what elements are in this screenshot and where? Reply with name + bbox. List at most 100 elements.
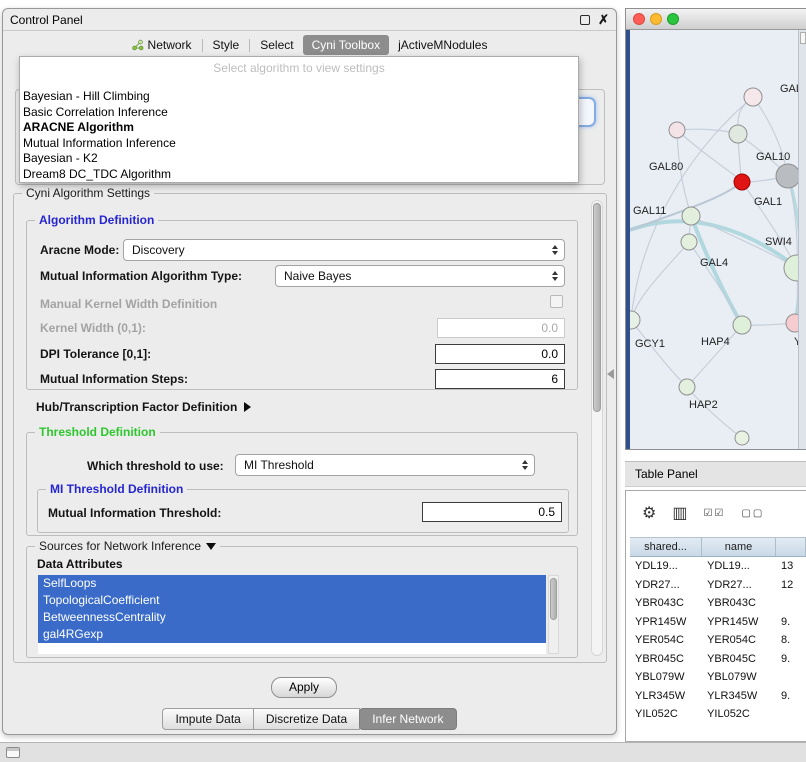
restore-panel-icon[interactable] <box>6 747 20 758</box>
network-node[interactable] <box>735 431 749 445</box>
column-header-shared-name[interactable]: shared... <box>630 538 702 556</box>
tab-cyni-toolbox[interactable]: Cyni Toolbox <box>303 35 389 55</box>
sources-title[interactable]: Sources for Network Inference <box>35 539 220 553</box>
table-cell[interactable]: YER054C <box>702 631 776 650</box>
algorithm-option[interactable]: Bayesian - K2 <box>20 151 578 167</box>
scrollbar-thumb[interactable] <box>593 203 601 412</box>
which-threshold-combo[interactable]: MI Threshold <box>235 454 535 476</box>
network-canvas[interactable]: GAL GAL80 GAL10 GAL11 GAL1 SWI4 GAL4 GCY… <box>626 30 798 449</box>
table-cell[interactable]: YBL079W <box>630 668 702 687</box>
table-cell[interactable]: YBR045C <box>630 650 702 669</box>
table-row[interactable]: YLR345W YLR345W 9. <box>630 687 806 706</box>
algorithm-option-selected[interactable]: ARACNE Algorithm <box>20 120 578 136</box>
network-node[interactable] <box>786 314 798 332</box>
algorithm-option[interactable]: Bayesian - Hill Climbing <box>20 89 578 105</box>
zoom-traffic-light[interactable] <box>667 13 679 25</box>
table-row[interactable]: YBR043C YBR043C <box>630 594 806 613</box>
table-cell[interactable]: YDR27... <box>630 576 702 595</box>
scrollbar-button[interactable] <box>800 32 806 44</box>
table-cell[interactable]: YDL19... <box>702 557 776 576</box>
attributes-scrollbar[interactable] <box>548 575 559 654</box>
tab-style[interactable]: Style <box>204 35 249 55</box>
network-node-selected[interactable] <box>734 174 750 190</box>
tab-impute-data[interactable]: Impute Data <box>162 708 253 730</box>
table-columns-icon[interactable]: ▥ <box>672 506 687 522</box>
table-row[interactable]: YBR045C YBR045C 9. <box>630 650 806 669</box>
table-cell[interactable] <box>776 705 806 724</box>
table-cell[interactable]: YER054C <box>630 631 702 650</box>
dpi-tolerance-field[interactable]: 0.0 <box>435 344 565 364</box>
attribute-item-selected[interactable]: SelfLoops <box>38 575 546 592</box>
tab-network[interactable]: Network <box>123 35 201 55</box>
aracne-mode-combo[interactable]: Discovery <box>123 239 565 261</box>
table-cell[interactable]: 8. <box>776 631 806 650</box>
tab-discretize-data[interactable]: Discretize Data <box>253 708 360 730</box>
algorithm-option[interactable]: Basic Correlation Inference <box>20 105 578 121</box>
panel-collapse-arrow[interactable] <box>607 369 614 379</box>
close-traffic-light[interactable] <box>633 13 645 25</box>
mi-steps-field[interactable]: 6 <box>435 369 565 389</box>
table-cell[interactable]: YBL079W <box>702 668 776 687</box>
table-cell[interactable]: YDL19... <box>630 557 702 576</box>
table-cell[interactable]: YLR345W <box>630 687 702 706</box>
table-row[interactable]: YIL052C YIL052C <box>630 705 806 724</box>
table-cell[interactable]: YIL052C <box>702 705 776 724</box>
close-icon[interactable]: ✗ <box>598 12 609 28</box>
data-attributes-list[interactable]: SelfLoops TopologicalCoefficient Between… <box>38 575 546 654</box>
cyni-algorithm-settings-group: Cyni Algorithm Settings Algorithm Defini… <box>13 193 607 663</box>
table-cell[interactable]: 9. <box>776 687 806 706</box>
network-node[interactable] <box>733 316 751 334</box>
network-node[interactable] <box>744 88 762 106</box>
mi-threshold-field[interactable]: 0.5 <box>422 502 562 522</box>
attribute-item-selected[interactable]: BetweennessCentrality <box>38 609 546 626</box>
mi-type-combo[interactable]: Naive Bayes <box>275 265 565 287</box>
algorithm-option[interactable]: Mutual Information Inference <box>20 136 578 152</box>
table-cell[interactable]: YPR145W <box>630 613 702 632</box>
network-node[interactable] <box>681 234 697 250</box>
table-cell[interactable]: 9. <box>776 613 806 632</box>
scrollbar-thumb[interactable] <box>550 578 557 620</box>
network-node[interactable] <box>682 207 700 225</box>
network-window-titlebar[interactable] <box>626 9 806 30</box>
algorithm-option[interactable]: Dream8 DC_TDC Algorithm <box>20 167 578 183</box>
control-panel-titlebar[interactable]: Control Panel ✗ <box>3 9 616 31</box>
table-cell[interactable]: YBR043C <box>630 594 702 613</box>
table-cell[interactable]: YLR345W <box>702 687 776 706</box>
network-node[interactable] <box>630 311 640 329</box>
table-row[interactable]: YDL19... YDL19... 13 <box>630 557 806 576</box>
hub-definition-toggle[interactable]: Hub/Transcription Factor Definition <box>36 400 251 414</box>
tab-jactivemnodules[interactable]: jActiveMNodules <box>389 35 496 55</box>
settings-scrollbar[interactable] <box>591 200 603 656</box>
table-cell[interactable]: 12 <box>776 576 806 595</box>
network-node[interactable] <box>729 125 747 143</box>
minimize-traffic-light[interactable] <box>650 13 662 25</box>
select-all-columns-icon[interactable]: ☑☑ <box>703 509 725 519</box>
column-header[interactable] <box>776 538 806 556</box>
table-row[interactable]: YBL079W YBL079W <box>630 668 806 687</box>
tab-infer-network[interactable]: Infer Network <box>359 708 456 730</box>
attribute-item-selected[interactable]: TopologicalCoefficient <box>38 592 546 609</box>
table-row[interactable]: YDR27... YDR27... 12 <box>630 576 806 595</box>
attribute-item-selected[interactable]: gal4RGexp <box>38 626 546 643</box>
table-cell[interactable]: YIL052C <box>630 705 702 724</box>
table-cell[interactable]: YBR043C <box>702 594 776 613</box>
table-cell[interactable]: YDR27... <box>702 576 776 595</box>
table-cell[interactable] <box>776 668 806 687</box>
network-node[interactable] <box>669 122 685 138</box>
table-cell[interactable]: 13 <box>776 557 806 576</box>
deselect-all-columns-icon[interactable]: ▢▢ <box>741 509 764 519</box>
table-cell[interactable]: YBR045C <box>702 650 776 669</box>
float-window-icon[interactable] <box>580 15 590 25</box>
apply-button[interactable]: Apply <box>271 677 337 698</box>
table-cell[interactable]: 9. <box>776 650 806 669</box>
table-settings-gear-icon[interactable]: ⚙ <box>642 506 656 522</box>
table-cell[interactable]: YPR145W <box>702 613 776 632</box>
table-row[interactable]: YPR145W YPR145W 9. <box>630 613 806 632</box>
tab-select[interactable]: Select <box>251 35 302 55</box>
column-header-name[interactable]: name <box>702 538 776 556</box>
network-node[interactable] <box>679 379 695 395</box>
network-node[interactable] <box>776 164 798 188</box>
network-scrollbar[interactable] <box>798 30 806 449</box>
table-row[interactable]: YER054C YER054C 8. <box>630 631 806 650</box>
table-cell[interactable] <box>776 594 806 613</box>
